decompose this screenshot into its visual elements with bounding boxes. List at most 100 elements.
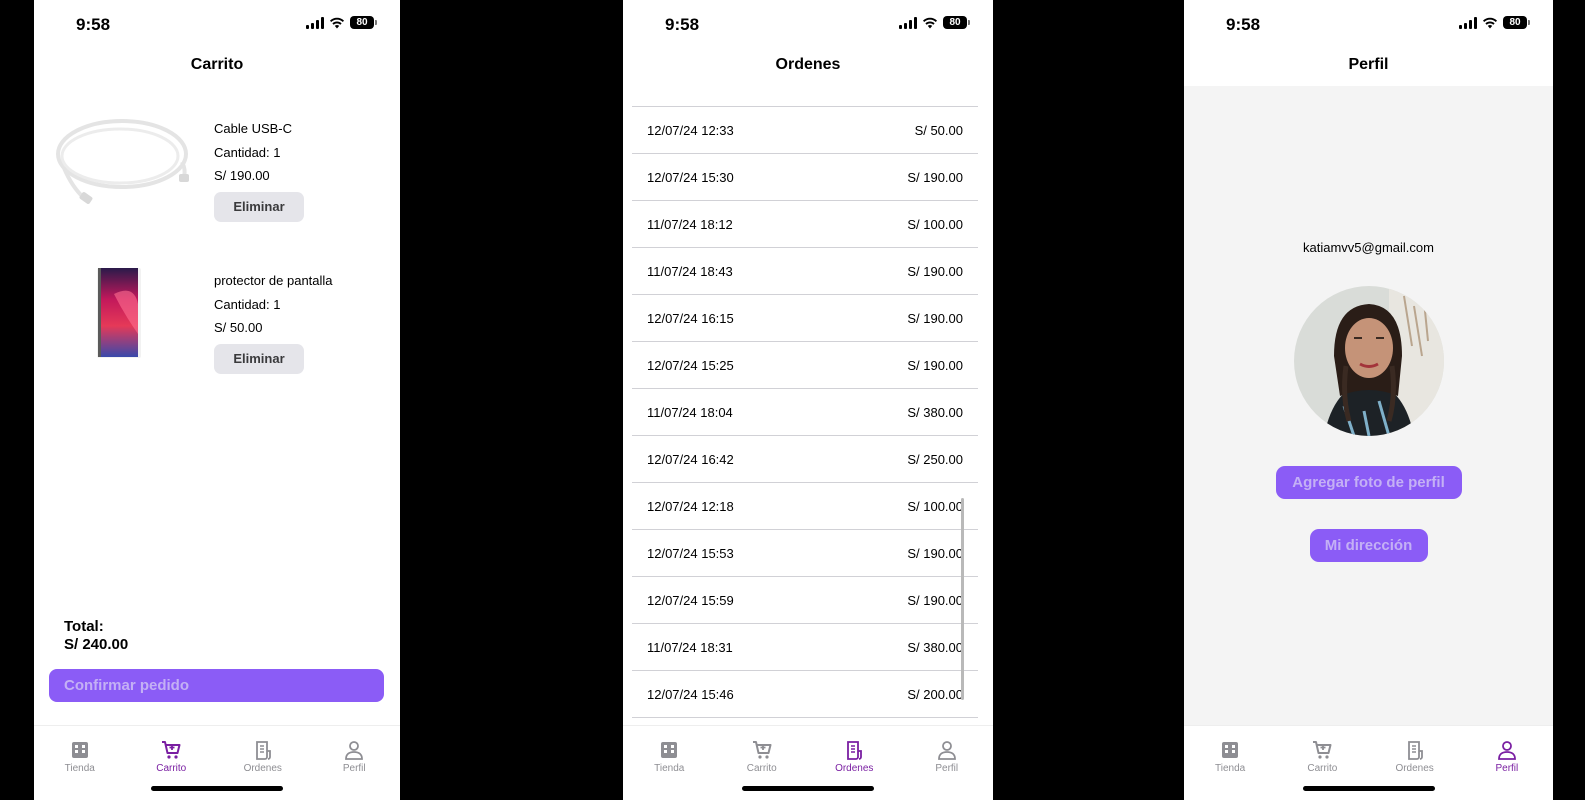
status-time: 9:58: [1226, 15, 1261, 34]
remove-button[interactable]: Eliminar: [214, 191, 304, 222]
profile-screen: 9:58 80 Perfil katiamvv5@gmail.com Agreg…: [1184, 0, 1553, 800]
tab-label: Perfil: [935, 763, 959, 774]
order-row[interactable]: 11/07/24 18:31 S/ 380.00: [632, 624, 978, 671]
wifi-icon: [1483, 17, 1497, 28]
order-amount: S/ 250.00: [907, 451, 963, 467]
user-email: katiamvv5@gmail.com: [1303, 240, 1434, 255]
scrollbar[interactable]: [961, 498, 964, 700]
order-row[interactable]: 12/07/24 15:46 S/ 200.00: [632, 671, 978, 718]
cart-icon: [162, 741, 181, 759]
store-icon: [1222, 742, 1239, 758]
battery-icon: 80: [350, 16, 377, 29]
tab-perfil[interactable]: Perfil: [917, 739, 977, 800]
order-row[interactable]: 12/07/24 12:18 S/ 100.00: [632, 483, 978, 530]
battery-icon: 80: [943, 16, 970, 29]
order-date: 11/07/24 18:12: [647, 216, 733, 232]
cart-item: Cable USB-C Cantidad: 1 S/ 190.00 Elimin…: [34, 112, 400, 242]
status-bar: 9:58 80: [1184, 0, 1553, 48]
page-title: Perfil: [1348, 56, 1389, 73]
add-profile-photo-button[interactable]: Agregar foto de perfil: [1275, 466, 1462, 499]
home-indicator[interactable]: [1302, 786, 1435, 791]
tab-tienda[interactable]: Tienda: [639, 739, 699, 800]
order-amount: S/ 190.00: [907, 545, 963, 561]
signal-icon: [899, 16, 917, 29]
order-row[interactable]: 12/07/24 15:59 S/ 190.00: [632, 577, 978, 624]
order-date: 12/07/24 15:30: [647, 169, 734, 185]
status-bar: 9:58 80: [34, 0, 400, 48]
order-date: 12/07/24 16:15: [647, 310, 734, 326]
order-amount: S/ 190.00: [907, 592, 963, 608]
product-name: Cable USB-C: [214, 121, 293, 136]
store-icon: [661, 742, 678, 758]
person-icon: [345, 741, 364, 760]
tab-label: Carrito: [746, 763, 777, 774]
product-quantity: Cantidad: 1: [214, 144, 281, 160]
wifi-icon: [330, 17, 344, 28]
order-date: 12/07/24 12:33: [647, 122, 734, 138]
tab-tienda[interactable]: Tienda: [1200, 739, 1260, 800]
tab-label: Carrito: [156, 763, 187, 774]
screen-protector-image: [97, 268, 141, 358]
remove-button[interactable]: Eliminar: [214, 343, 304, 374]
cart-icon: [1313, 741, 1332, 759]
home-indicator[interactable]: [742, 786, 874, 791]
orders-list[interactable]: 12/07/24 12:33 S/ 50.00 12/07/24 15:30 S/ 1…: [632, 106, 978, 718]
status-time: 9:58: [76, 15, 111, 34]
status-bar: 9:58 80: [623, 0, 993, 48]
home-indicator[interactable]: [151, 786, 283, 791]
order-row[interactable]: 12/07/24 16:42 S/ 250.00: [632, 436, 978, 483]
order-date: 11/07/24 18:43: [647, 263, 733, 279]
tab-tienda[interactable]: Tienda: [50, 739, 110, 800]
signal-icon: [1459, 16, 1477, 29]
order-row[interactable]: 12/07/24 12:33 S/ 50.00: [632, 107, 978, 154]
product-price: S/ 190.00: [214, 168, 270, 183]
wifi-icon: [923, 17, 937, 28]
tab-label: Ordenes: [243, 763, 282, 774]
total-label: Total:: [64, 618, 104, 635]
confirm-order-button[interactable]: Confirmar pedido: [49, 669, 384, 702]
order-amount: S/ 100.00: [907, 216, 963, 232]
order-row[interactable]: 12/07/24 15:30 S/ 190.00: [632, 154, 978, 201]
order-row[interactable]: 11/07/24 18:43 S/ 190.00: [632, 248, 978, 295]
order-date: 12/07/24 15:25: [647, 357, 734, 373]
receipt-icon: [847, 741, 863, 760]
my-address-button[interactable]: Mi dirección: [1309, 529, 1428, 562]
total-value: S/ 240.00: [64, 636, 129, 653]
tab-label: Tienda: [64, 763, 95, 774]
tab-label: Tienda: [1215, 763, 1246, 774]
tab-label: Tienda: [654, 763, 685, 774]
order-date: 12/07/24 16:42: [647, 451, 734, 467]
avatar: [1294, 286, 1444, 436]
order-date: 12/07/24 15:53: [647, 545, 734, 561]
order-amount: S/ 50.00: [914, 122, 963, 138]
page-title: Ordenes: [775, 56, 841, 73]
order-row[interactable]: 11/07/24 18:04 S/ 380.00: [632, 389, 978, 436]
order-amount: S/ 190.00: [907, 357, 963, 373]
receipt-icon: [255, 741, 271, 760]
tab-label: Perfil: [1495, 763, 1519, 774]
order-date: 12/07/24 15:46: [647, 686, 734, 702]
battery-icon: 80: [1503, 16, 1530, 29]
order-amount: S/ 380.00: [907, 639, 963, 655]
store-icon: [71, 742, 88, 758]
tab-perfil[interactable]: Perfil: [1477, 739, 1537, 800]
order-amount: S/ 200.00: [907, 686, 963, 702]
order-amount: S/ 190.00: [907, 169, 963, 185]
order-row[interactable]: 12/07/24 16:15 S/ 190.00: [632, 295, 978, 342]
receipt-icon: [1407, 741, 1423, 760]
person-icon: [1497, 741, 1516, 760]
status-time: 9:58: [665, 15, 700, 34]
product-name: protector de pantalla: [214, 273, 333, 288]
order-amount: S/ 100.00: [907, 498, 963, 514]
order-row[interactable]: 12/07/24 15:53 S/ 190.00: [632, 530, 978, 577]
tab-perfil[interactable]: Perfil: [324, 739, 384, 800]
usb-c-cable-image: [56, 119, 189, 204]
order-row[interactable]: 12/07/24 15:25 S/ 190.00: [632, 342, 978, 389]
order-amount: S/ 380.00: [907, 404, 963, 420]
order-date: 11/07/24 18:31: [647, 639, 733, 655]
product-quantity: Cantidad: 1: [214, 296, 281, 312]
order-row[interactable]: 11/07/24 18:12 S/ 100.00: [632, 201, 978, 248]
tab-label: Carrito: [1307, 763, 1338, 774]
order-date: 11/07/24 18:04: [647, 404, 733, 420]
cart-screen: 9:58 80 Carrito Cable USB-C Cantidad: 1 …: [34, 0, 400, 800]
